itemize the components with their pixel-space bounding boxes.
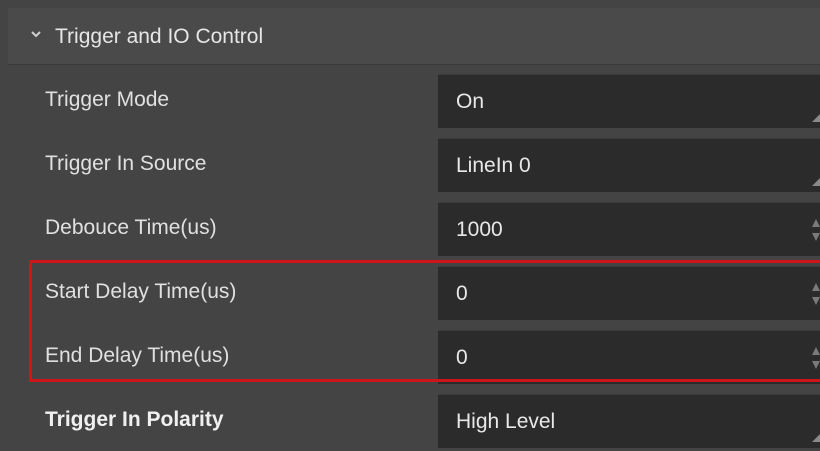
end-delay-time-spinbox[interactable]: 0 [438, 330, 820, 384]
chevron-down-icon[interactable] [30, 28, 42, 40]
row-label: Trigger Mode [45, 88, 170, 111]
trigger-mode-dropdown[interactable]: On [438, 74, 820, 128]
field-value: LineIn 0 [456, 154, 531, 177]
row-label: Start Delay Time(us) [45, 280, 237, 303]
row-label: End Delay Time(us) [45, 344, 230, 367]
section-header-trigger-io[interactable]: Trigger and IO Control [8, 8, 820, 65]
trigger-in-source-dropdown[interactable]: LineIn 0 [438, 138, 820, 192]
row-trigger-in-polarity: Trigger In Polarity High Level [8, 388, 820, 451]
start-delay-time-spinbox[interactable]: 0 [438, 266, 820, 320]
debounce-time-spinbox[interactable]: 1000 [438, 202, 820, 256]
trigger-in-polarity-dropdown[interactable]: High Level [438, 394, 820, 448]
row-debounce-time: Debouce Time(us) 1000 [8, 196, 820, 260]
spin-arrows-icon[interactable] [812, 281, 820, 307]
field-value: On [456, 90, 485, 113]
dropdown-arrow-icon[interactable] [812, 434, 820, 442]
row-label: Trigger In Polarity [45, 408, 224, 431]
row-label: Trigger In Source [45, 152, 207, 175]
field-value: High Level [456, 410, 556, 433]
spin-arrows-icon[interactable] [812, 217, 820, 243]
properties-panel: Trigger and IO Control Trigger Mode On T… [8, 0, 820, 451]
field-value: 0 [456, 282, 468, 305]
row-trigger-mode: Trigger Mode On [8, 68, 820, 132]
field-value: 0 [456, 346, 468, 369]
row-label: Debouce Time(us) [45, 216, 217, 239]
dropdown-arrow-icon[interactable] [812, 114, 820, 122]
spin-arrows-icon[interactable] [812, 345, 820, 371]
field-value: 1000 [456, 218, 503, 241]
row-end-delay-time: End Delay Time(us) 0 [8, 324, 820, 388]
row-trigger-in-source: Trigger In Source LineIn 0 [8, 132, 820, 196]
dropdown-arrow-icon[interactable] [812, 178, 820, 186]
section-title: Trigger and IO Control [55, 25, 264, 48]
row-start-delay-time: Start Delay Time(us) 0 [8, 260, 820, 324]
